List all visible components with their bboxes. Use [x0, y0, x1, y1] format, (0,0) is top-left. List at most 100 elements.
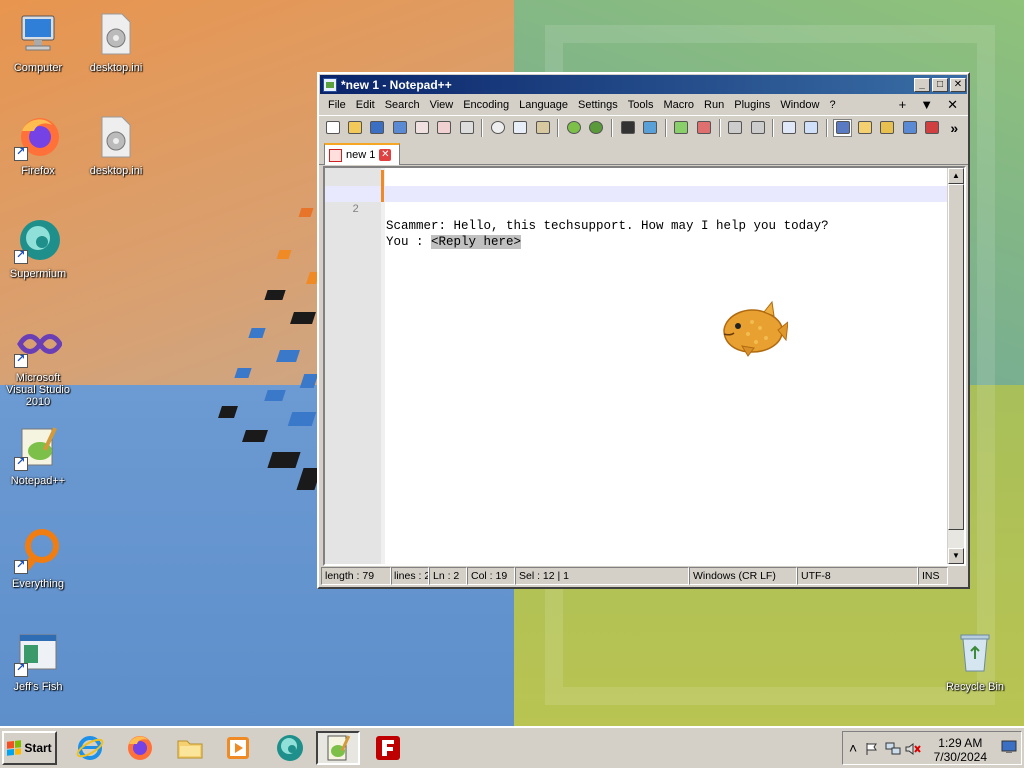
undo-icon[interactable] — [564, 119, 583, 137]
scroll-up-button[interactable]: ▲ — [948, 168, 964, 184]
desktop-icon-firefox[interactable]: Firefox — [0, 107, 76, 197]
desktop-icon-desktop-ini[interactable]: desktop.ini — [78, 4, 154, 94]
function-list-icon[interactable] — [878, 119, 897, 137]
taskbar-filezilla[interactable] — [366, 731, 410, 765]
window-titlebar[interactable]: *new 1 - Notepad++ _ □ ✕ — [320, 75, 967, 94]
clock[interactable]: 1:29 AM 7/30/2024 — [934, 736, 987, 764]
taskbar-firefox[interactable] — [118, 731, 162, 765]
toolbar-overflow-icon[interactable]: » — [945, 119, 964, 137]
new-file-icon[interactable] — [323, 119, 342, 137]
scroll-down-button[interactable]: ▼ — [948, 548, 964, 564]
menu-settings[interactable]: Settings — [573, 96, 623, 114]
tab-list-dropdown-button[interactable]: ▼ — [920, 97, 933, 113]
minimize-button[interactable]: _ — [914, 77, 930, 92]
sync-horizontal-icon[interactable] — [748, 119, 767, 137]
taskbar-media-player[interactable] — [216, 731, 260, 765]
menu-edit[interactable]: Edit — [351, 96, 380, 114]
show-all-characters-icon[interactable] — [802, 119, 821, 137]
menu-file[interactable]: File — [323, 96, 351, 114]
copy-icon[interactable] — [511, 119, 530, 137]
start-button[interactable]: Start — [2, 731, 57, 765]
menu-run[interactable]: Run — [699, 96, 729, 114]
vertical-scrollbar[interactable]: ▲ ▼ — [947, 168, 964, 564]
close-button[interactable]: ✕ — [950, 77, 966, 92]
sync-vertical-icon[interactable] — [726, 119, 745, 137]
line-text: You : <Reply here> — [386, 234, 522, 250]
close-document-button[interactable]: ✕ — [947, 97, 958, 113]
selected-text: <Reply here> — [431, 235, 522, 249]
status-col: Col : 19 — [467, 567, 515, 585]
menu-encoding[interactable]: Encoding — [458, 96, 514, 114]
close-all-icon[interactable] — [435, 119, 454, 137]
fish-sprite[interactable] — [718, 300, 789, 358]
print-icon[interactable] — [457, 119, 476, 137]
volume-muted-icon[interactable] — [905, 742, 921, 759]
cut-icon[interactable] — [488, 119, 507, 137]
tray-overflow-chevron-icon[interactable]: ˄ — [849, 740, 857, 756]
firefox-icon — [14, 113, 62, 161]
editor-text[interactable]: 1 Scammer: Hello, this techsupport. How … — [325, 170, 949, 249]
close-tab-icon[interactable]: ✕ — [379, 149, 392, 161]
desktop-icon-jeffs-fish[interactable]: Jeff's Fish — [0, 623, 76, 713]
open-file-icon[interactable] — [345, 119, 364, 137]
editor-line-current[interactable]: 2 You : <Reply here> — [325, 186, 949, 249]
taskbar-internet-explorer[interactable] — [68, 731, 112, 765]
menu-bar: File Edit Search View Encoding Language … — [319, 95, 968, 115]
maximize-button[interactable]: □ — [932, 77, 948, 92]
new-tab-button[interactable]: + — [899, 97, 907, 113]
clock-date: 7/30/2024 — [933, 750, 987, 764]
tab-new-1[interactable]: new 1 ✕ — [324, 143, 400, 165]
status-eol[interactable]: Windows (CR LF) — [689, 567, 797, 585]
taskbar-notepadpp[interactable] — [316, 731, 360, 765]
network-icon[interactable] — [885, 742, 901, 759]
scrollbar-thumb[interactable] — [948, 184, 964, 530]
action-center-flag-icon[interactable] — [865, 742, 879, 759]
redo-icon[interactable] — [587, 119, 606, 137]
desktop-icon-everything[interactable]: Everything — [0, 520, 76, 610]
monitoring-icon[interactable] — [922, 119, 941, 137]
paste-icon[interactable] — [533, 119, 552, 137]
zoom-out-icon[interactable] — [694, 119, 713, 137]
status-encoding[interactable]: UTF-8 — [797, 567, 918, 585]
taskbar: Start ˄ 1:29 AM 7/30/2024 — [0, 726, 1024, 768]
show-desktop-icon[interactable] — [1001, 740, 1017, 757]
application-window-icon — [14, 629, 62, 677]
desktop-icon-recycle-bin[interactable]: Recycle Bin — [937, 623, 1013, 713]
menu-tools[interactable]: Tools — [623, 96, 659, 114]
unsaved-file-icon — [329, 148, 342, 162]
editor-area[interactable]: 1 Scammer: Hello, this techsupport. How … — [323, 166, 966, 566]
save-icon[interactable] — [368, 119, 387, 137]
windows-logo-icon — [7, 740, 22, 756]
zoom-in-icon[interactable] — [672, 119, 691, 137]
notepadpp-window: *new 1 - Notepad++ _ □ ✕ File Edit Searc… — [317, 72, 970, 589]
status-insert-mode[interactable]: INS — [918, 567, 948, 585]
resize-grip[interactable] — [948, 567, 966, 585]
replace-icon[interactable] — [640, 119, 659, 137]
desktop-icon-supermium[interactable]: Supermium — [0, 210, 76, 300]
desktop-icon-label: Firefox — [21, 165, 55, 177]
desktop-icon-visual-studio[interactable]: Microsoft Visual Studio 2010 — [0, 314, 76, 408]
menu-plugins[interactable]: Plugins — [729, 96, 775, 114]
menu-macro[interactable]: Macro — [658, 96, 699, 114]
taskbar-supermium[interactable] — [268, 731, 312, 765]
desktop-icon-notepadpp[interactable]: Notepad++ — [0, 417, 76, 507]
line-prefix: You : — [386, 235, 432, 249]
menu-window[interactable]: Window — [775, 96, 824, 114]
menu-view[interactable]: View — [425, 96, 459, 114]
indent-guide-icon[interactable] — [832, 118, 853, 137]
desktop-icon-computer[interactable]: Computer — [0, 4, 76, 94]
document-map-icon[interactable] — [855, 119, 874, 137]
find-icon[interactable] — [618, 119, 637, 137]
word-wrap-icon[interactable] — [779, 119, 798, 137]
wallpaper-tile — [242, 430, 268, 442]
folder-workspace-icon[interactable] — [900, 119, 919, 137]
save-all-icon[interactable] — [390, 119, 409, 137]
taskbar-file-explorer[interactable] — [168, 731, 212, 765]
editor-line[interactable]: 1 Scammer: Hello, this techsupport. How … — [325, 170, 949, 233]
menu-language[interactable]: Language — [514, 96, 573, 114]
menu-search[interactable]: Search — [380, 96, 425, 114]
close-file-icon[interactable] — [412, 119, 431, 137]
desktop-icon-desktop-ini-2[interactable]: desktop.ini — [78, 107, 154, 197]
menu-help[interactable]: ? — [824, 96, 840, 114]
status-selection: Sel : 12 | 1 — [515, 567, 689, 585]
